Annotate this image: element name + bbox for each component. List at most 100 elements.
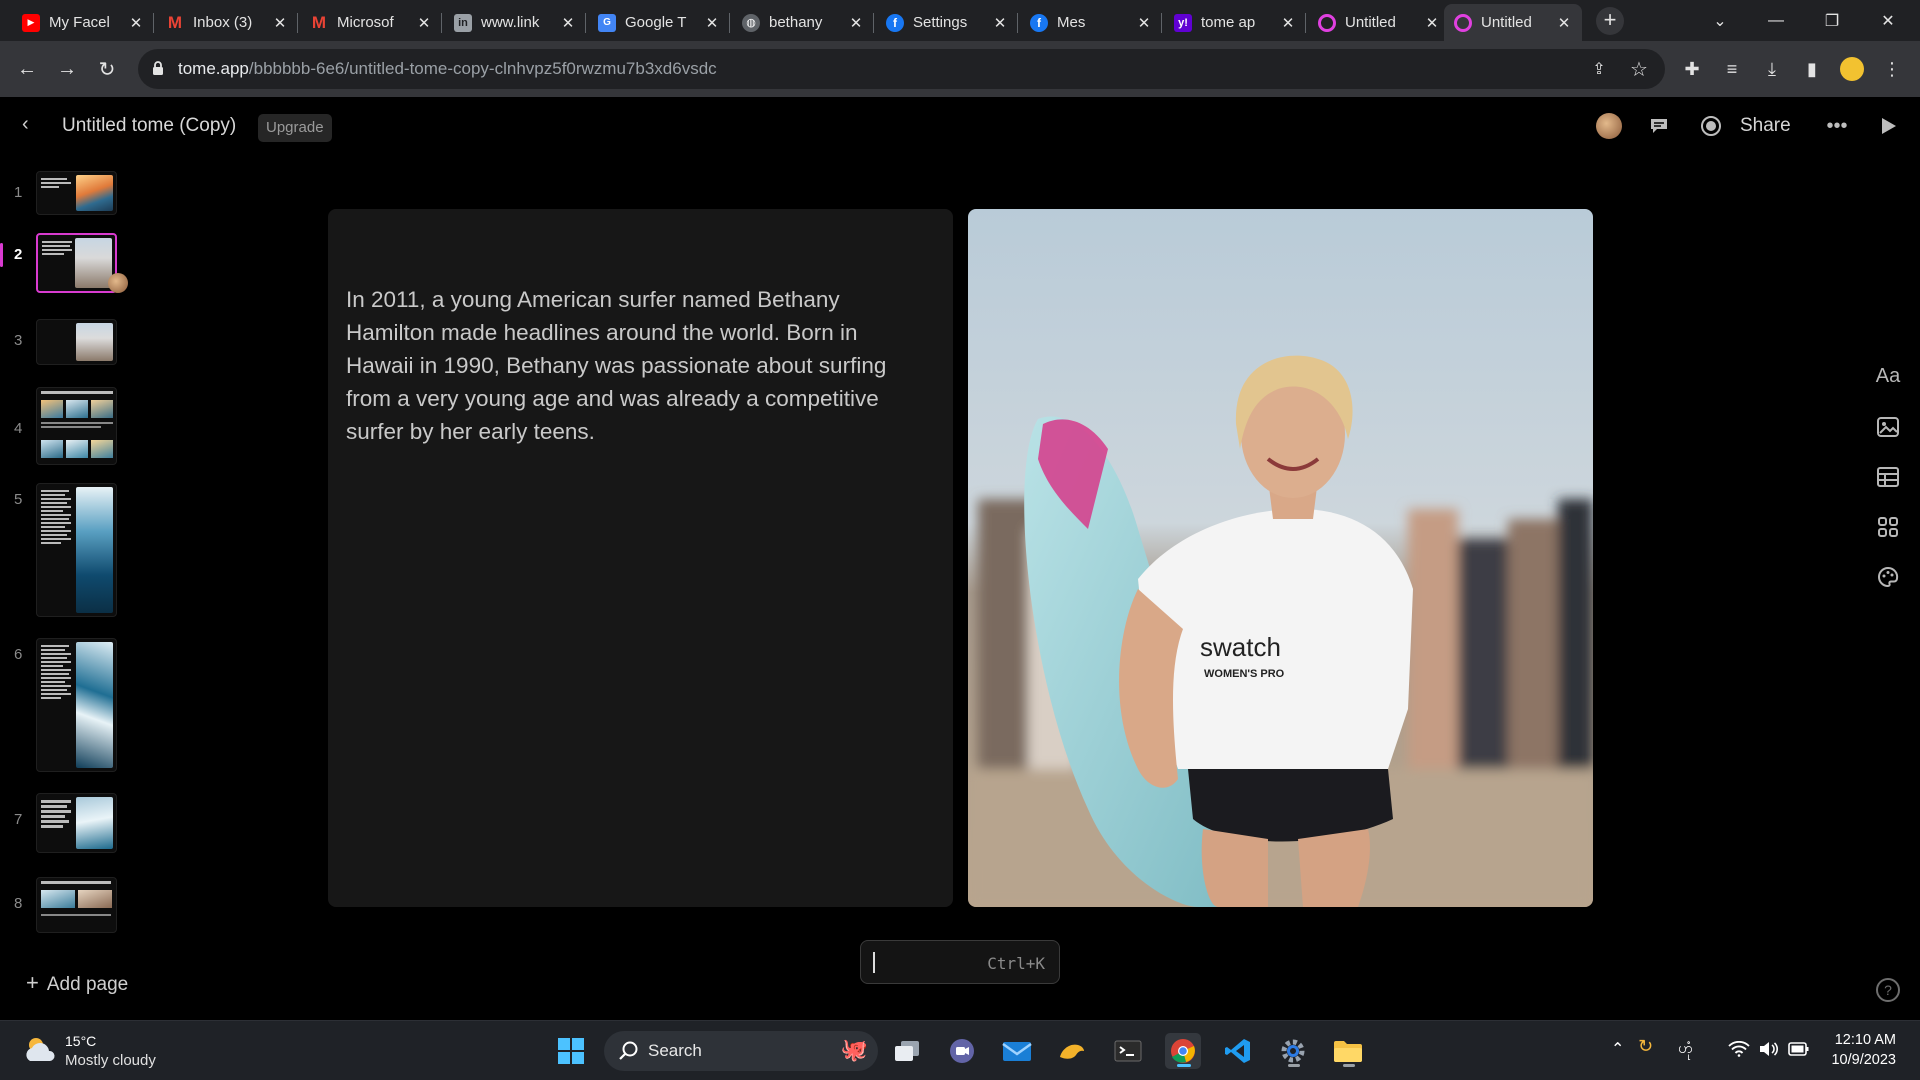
teams-chat-icon[interactable] <box>944 1033 980 1069</box>
browser-tab[interactable]: M Inbox (3) ✕ <box>156 4 298 41</box>
extensions-icon[interactable]: ✚ <box>1676 53 1708 85</box>
update-icon[interactable]: ↻ <box>1638 1036 1653 1057</box>
text-tile[interactable]: In 2011, a young American surfer named B… <box>328 209 953 907</box>
task-view-icon[interactable] <box>889 1033 925 1069</box>
more-options-icon[interactable]: ••• <box>1822 111 1852 141</box>
browser-tab[interactable]: f Settings ✕ <box>876 4 1018 41</box>
collaborator-avatar <box>108 273 128 293</box>
browser-tab[interactable]: in www.link ✕ <box>444 4 586 41</box>
tab-search-icon[interactable]: ⌄ <box>1692 0 1748 41</box>
settings-gear-icon[interactable] <box>1275 1033 1311 1069</box>
windows-taskbar: 15°C Mostly cloudy Search 🐙 ⌃ ↻ ဟုံ 12:1… <box>0 1020 1920 1080</box>
vscode-icon[interactable] <box>1220 1033 1256 1069</box>
palette-icon[interactable] <box>1873 562 1903 592</box>
wifi-icon[interactable] <box>1728 1041 1750 1057</box>
forward-icon[interactable]: → <box>51 53 83 85</box>
upgrade-button[interactable]: Upgrade <box>258 114 332 142</box>
text-style-tool[interactable]: Aa <box>1873 361 1903 391</box>
taskbar-search[interactable]: Search 🐙 <box>604 1031 878 1071</box>
system-clock[interactable]: 12:10 AM 10/9/2023 <box>1826 1030 1896 1070</box>
close-tab-icon[interactable]: ✕ <box>1424 14 1440 32</box>
browser-tab-active[interactable]: Untitled ✕ <box>1444 4 1582 41</box>
share-button[interactable]: Share <box>1740 115 1791 137</box>
file-explorer-icon[interactable] <box>1330 1033 1366 1069</box>
browser-tab[interactable]: Untitled ✕ <box>1308 4 1450 41</box>
google-translate-icon: G <box>598 13 616 32</box>
close-tab-icon[interactable]: ✕ <box>128 14 144 32</box>
media-controls-icon[interactable]: ≡ <box>1716 53 1748 85</box>
volume-icon[interactable] <box>1758 1040 1778 1058</box>
windows-start-icon[interactable] <box>553 1033 589 1069</box>
show-hidden-icons-icon[interactable]: ⌃ <box>1611 1039 1624 1059</box>
browser-toolbar: ← → ↻ tome.app/bbbbbb-6e6/untitled-tome-… <box>0 41 1920 97</box>
gmail-icon: M <box>311 12 327 32</box>
browser-tab[interactable]: G Google T ✕ <box>588 4 730 41</box>
new-tab-button[interactable]: + <box>1596 7 1624 35</box>
table-icon[interactable] <box>1873 462 1903 492</box>
close-tab-icon[interactable]: ✕ <box>1136 14 1152 32</box>
chrome-menu-icon[interactable]: ⋮ <box>1876 53 1908 85</box>
image-tile[interactable]: swatch WOMEN'S PRO <box>968 209 1593 907</box>
help-icon[interactable]: ? <box>1876 978 1900 1002</box>
present-play-icon[interactable] <box>1874 111 1904 141</box>
terminal-icon[interactable] <box>1110 1033 1146 1069</box>
surfer-photo: swatch WOMEN'S PRO <box>968 209 1593 907</box>
language-indicator[interactable]: ဟုံ <box>1678 1039 1693 1061</box>
add-page-button[interactable]: + Add page <box>26 970 128 996</box>
close-tab-icon[interactable]: ✕ <box>704 14 720 32</box>
browser-tab[interactable]: ◍ bethany ✕ <box>732 4 874 41</box>
close-tab-icon[interactable]: ✕ <box>272 14 288 32</box>
chrome-icon[interactable] <box>1165 1033 1201 1069</box>
grid-tiles-icon[interactable] <box>1873 512 1903 542</box>
browser-tab[interactable]: M Microsof ✕ <box>300 4 442 41</box>
close-tab-icon[interactable]: ✕ <box>1556 14 1572 32</box>
url-text: tome.app/bbbbbb-6e6/untitled-tome-copy-c… <box>178 59 717 78</box>
app-icon[interactable] <box>1054 1033 1090 1069</box>
browser-tab[interactable]: y! tome ap ✕ <box>1164 4 1306 41</box>
command-input[interactable]: Ctrl+K <box>860 940 1060 984</box>
linkedin-icon: in <box>454 13 472 32</box>
back-icon[interactable]: ← <box>11 53 43 85</box>
shortcut-hint: Ctrl+K <box>987 954 1045 973</box>
address-bar[interactable]: tome.app/bbbbbb-6e6/untitled-tome-copy-c… <box>138 49 1665 89</box>
comment-icon[interactable] <box>1644 111 1674 141</box>
tome-icon <box>1318 13 1336 32</box>
image-icon[interactable] <box>1873 412 1903 442</box>
weather-cloudy-icon[interactable] <box>22 1033 58 1067</box>
close-tab-icon[interactable]: ✕ <box>1280 14 1296 32</box>
bookmark-star-icon[interactable]: ☆ <box>1628 58 1650 81</box>
browser-tab[interactable]: ▶ My Facel ✕ <box>12 4 154 41</box>
weather-temperature[interactable]: 15°C <box>65 1033 96 1049</box>
record-icon[interactable] <box>1696 111 1726 141</box>
yahoo-icon: y! <box>1174 13 1192 32</box>
mail-icon[interactable] <box>999 1033 1035 1069</box>
document-title[interactable]: Untitled tome (Copy) <box>62 115 236 137</box>
collaborator-avatar[interactable] <box>1596 113 1622 139</box>
side-panel-icon[interactable]: ▮ <box>1796 53 1828 85</box>
gmail-icon: M <box>167 12 183 32</box>
search-icon <box>619 1041 638 1060</box>
search-highlight-icon: 🐙 <box>840 1037 868 1062</box>
download-icon[interactable]: ⤓ <box>1756 53 1788 85</box>
text-caret <box>873 952 875 973</box>
lock-icon <box>153 61 163 75</box>
close-window-icon[interactable]: ✕ <box>1860 0 1916 41</box>
facebook-icon: f <box>886 13 904 32</box>
svg-text:WOMEN'S PRO: WOMEN'S PRO <box>1204 668 1285 680</box>
globe-icon: ◍ <box>742 13 760 32</box>
reload-icon[interactable]: ↻ <box>91 53 123 85</box>
close-tab-icon[interactable]: ✕ <box>560 14 576 32</box>
tome-icon <box>1454 13 1472 32</box>
share-page-icon[interactable]: ⇪ <box>1588 58 1610 80</box>
body-text[interactable]: In 2011, a young American surfer named B… <box>346 283 926 448</box>
restore-icon[interactable]: ❐ <box>1804 0 1860 41</box>
close-tab-icon[interactable]: ✕ <box>848 14 864 32</box>
close-tab-icon[interactable]: ✕ <box>992 14 1008 32</box>
back-arrow-icon[interactable]: ‹ <box>22 113 29 136</box>
minimize-icon[interactable]: — <box>1748 0 1804 41</box>
battery-icon[interactable] <box>1788 1041 1810 1057</box>
browser-tab[interactable]: f Mes ✕ <box>1020 4 1162 41</box>
weather-description[interactable]: Mostly cloudy <box>65 1052 156 1069</box>
profile-avatar[interactable] <box>1836 53 1868 85</box>
close-tab-icon[interactable]: ✕ <box>416 14 432 32</box>
